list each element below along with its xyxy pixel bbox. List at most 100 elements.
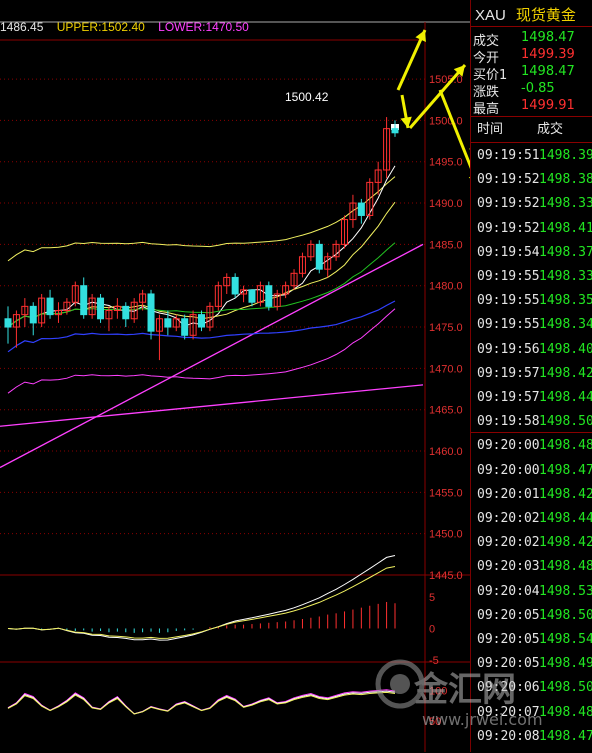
tick-row[interactable]: 09:20:02 1498.44 — [475, 511, 592, 535]
quote-value: 1498.47 — [521, 64, 575, 79]
tick-row[interactable]: 09:19:52 1498.33 — [475, 196, 592, 220]
quote-value: 1498.47 — [521, 30, 575, 45]
tick-price: 1498.44 — [539, 511, 592, 526]
tick-time: 09:20:04 — [477, 583, 540, 599]
price-tick-label: 1450.0 — [429, 529, 463, 541]
price-tick-label: 1475.0 — [429, 322, 463, 334]
candle-body — [198, 314, 205, 328]
price-tick-label: 1470.0 — [429, 363, 463, 375]
tick-time: 09:19:56 — [477, 341, 540, 357]
tick-header-price: 成交 — [537, 122, 564, 137]
tick-price: 1498.41 — [539, 220, 592, 236]
candle-body — [97, 297, 105, 320]
tick-row[interactable]: 09:19:55 1498.34 — [475, 317, 592, 341]
tick-time: 09:19:57 — [477, 390, 540, 405]
boll-mid: 1486.45 — [0, 20, 44, 34]
tick-time: 09:19:54 — [477, 244, 540, 260]
tick-time: 09:20:08 — [477, 728, 540, 744]
tick-row[interactable]: 09:20:04 1498.53 — [475, 583, 592, 608]
tick-row[interactable]: 09:19:55 1498.33 — [475, 269, 592, 293]
candle-body — [147, 293, 155, 332]
tick-time: 09:19:52 — [477, 172, 540, 188]
tick-time: 09:20:05 — [477, 632, 540, 647]
tick-price: 1498.44 — [539, 390, 592, 405]
candle-body — [122, 305, 130, 320]
candle-body — [29, 305, 37, 324]
tick-row[interactable]: 09:20:02 1498.42 — [475, 535, 592, 559]
trendline-lower — [0, 384, 424, 427]
tick-row[interactable]: 09:20:05 1498.54 — [475, 632, 592, 656]
quote-label: 最高 — [473, 102, 500, 117]
tick-price: 1498.35 — [539, 293, 592, 309]
tick-price: 1498.53 — [539, 583, 592, 599]
bollinger-bands — [7, 124, 399, 394]
tick-time: 09:19:58 — [477, 414, 540, 430]
quote-row: 涨跌 -0.85 — [473, 81, 591, 100]
quote-row: 买价1 1498.47 — [473, 64, 591, 83]
ma10-line — [7, 201, 396, 328]
boll-upper: UPPER:1502.40 — [56, 20, 145, 34]
trendline-upper — [0, 243, 424, 469]
tick-row[interactable]: 09:20:08 1498.47 — [475, 728, 592, 753]
tick-time: 09:20:02 — [477, 511, 540, 526]
quote-row: 今开 1499.39 — [473, 47, 591, 66]
tick-row[interactable]: 09:20:03 1498.48 — [475, 559, 592, 583]
price-axis: 1505.0 1500.0 1495.0 1490.0 1485.0 1480.0 1475… — [429, 74, 463, 582]
tick-row[interactable]: 09:19:58 1498.50 — [475, 414, 592, 438]
tick-price: 1498.33 — [539, 196, 592, 212]
tick-row[interactable]: 09:20:06 1498.50 — [475, 680, 592, 704]
quote-value: -0.85 — [521, 81, 555, 96]
tick-price: 1498.33 — [539, 269, 592, 284]
quote-value: 1499.39 — [521, 47, 575, 62]
price-tick-label: 1455.0 — [429, 487, 463, 499]
divider — [471, 116, 592, 117]
tick-time: 09:19:57 — [477, 365, 540, 381]
tick-row[interactable]: 09:19:57 1498.44 — [475, 390, 592, 414]
price-tick-label: 1445.0 — [429, 570, 463, 582]
tick-row[interactable]: 09:19:52 1498.38 — [475, 172, 592, 196]
quote-row: 成交 1498.47 — [473, 30, 591, 49]
macd-tick-label: 0 — [429, 623, 435, 635]
tick-row[interactable]: 09:19:51 1498.39 — [475, 148, 592, 172]
tick-price: 1498.47 — [539, 462, 592, 478]
tick-price: 1498.40 — [539, 341, 592, 357]
tick-price: 1498.42 — [539, 535, 592, 551]
tick-row[interactable]: 09:20:05 1498.49 — [475, 656, 592, 680]
boll-upper-line — [7, 176, 396, 262]
tick-price: 1498.48 — [539, 438, 592, 454]
tick-row[interactable]: 09:20:01 1498.42 — [475, 487, 592, 511]
tick-row[interactable]: 09:19:54 1498.37 — [475, 244, 592, 269]
tick-row[interactable]: 09:19:57 1498.42 — [475, 365, 592, 390]
tick-row[interactable]: 09:20:07 1498.48 — [475, 705, 592, 729]
tick-price: 1498.38 — [539, 172, 592, 188]
tick-row[interactable]: 09:20:05 1498.50 — [475, 608, 592, 632]
tick-price: 1498.50 — [539, 680, 592, 696]
tick-price: 1498.49 — [539, 656, 592, 672]
tick-row[interactable]: 09:20:00 1498.48 — [475, 438, 592, 462]
tick-time: 09:20:00 — [477, 438, 540, 454]
divider — [471, 26, 592, 27]
tick-price: 1498.39 — [539, 148, 592, 163]
quote-panel: XAU 现货黄金 成交 1498.47 今开 1499.39 买价1 1498.47 涨跌 -0… — [470, 0, 592, 752]
divider — [471, 432, 592, 433]
tick-time: 09:19:55 — [477, 293, 540, 309]
macd-tick-label: -5 — [429, 655, 439, 667]
price-tick-label: 1490.0 — [429, 198, 463, 210]
divider — [471, 142, 592, 143]
candle-body — [315, 243, 323, 270]
kdj-tick-label: 100 — [429, 685, 447, 697]
tick-price: 1498.47 — [539, 728, 592, 744]
kdj-tick-label: 50 — [429, 716, 441, 728]
candle-body — [164, 318, 172, 328]
tick-row[interactable]: 09:19:55 1498.35 — [475, 293, 592, 317]
tick-row[interactable]: 09:19:52 1498.41 — [475, 220, 592, 245]
tick-time: 09:20:03 — [477, 559, 540, 575]
macd-dif-line — [7, 555, 396, 641]
price-tick-label: 1500.0 — [429, 115, 463, 127]
tick-price: 1498.34 — [539, 317, 592, 333]
tick-row[interactable]: 09:19:56 1498.40 — [475, 341, 592, 366]
price-annotation: 1500.42 — [285, 90, 329, 104]
price-tick-label: 1495.0 — [429, 157, 463, 169]
tick-header-time: 时间 — [477, 122, 504, 137]
tick-row[interactable]: 09:20:00 1498.47 — [475, 462, 592, 487]
